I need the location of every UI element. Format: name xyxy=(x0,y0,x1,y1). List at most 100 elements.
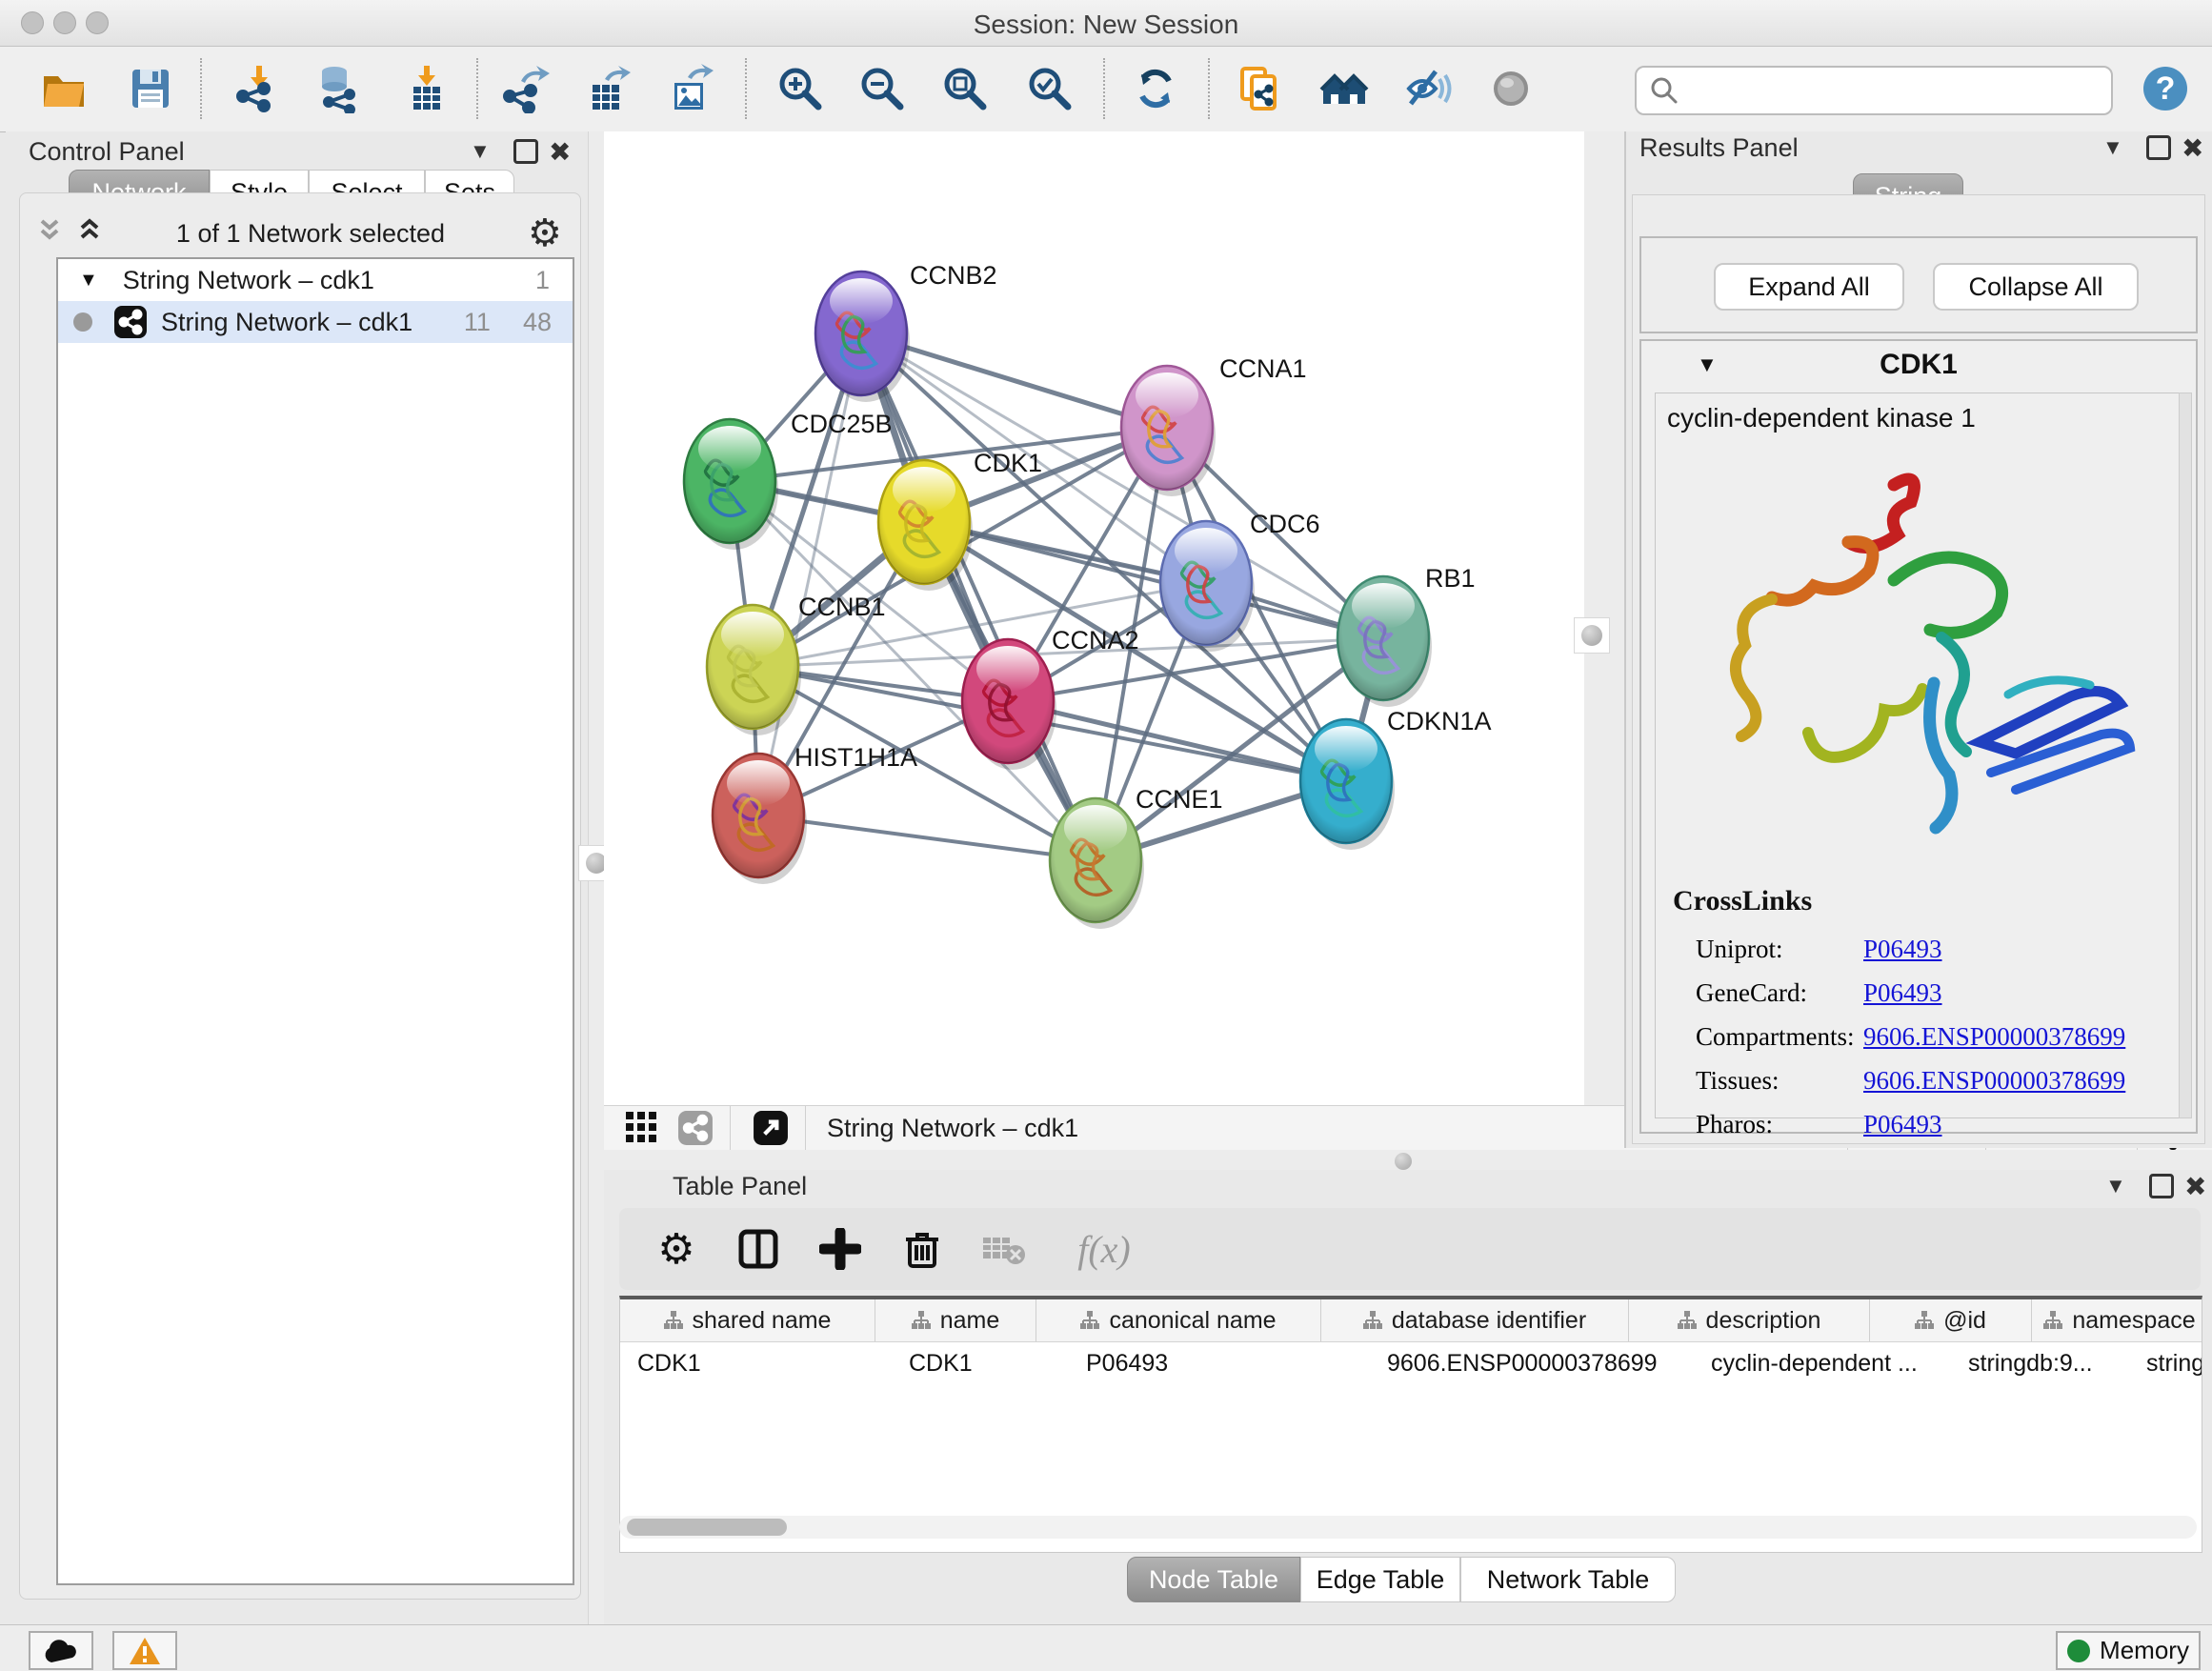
column-header[interactable]: canonical name xyxy=(1036,1299,1321,1341)
import-network-database-button[interactable] xyxy=(312,62,365,115)
zoom-in-button[interactable] xyxy=(774,62,827,115)
collapse-all-button[interactable]: Collapse All xyxy=(1933,263,2139,311)
crosslink-link[interactable]: P06493 xyxy=(1863,935,1942,964)
home-view-button[interactable] xyxy=(1317,62,1371,115)
cloud-status-button[interactable] xyxy=(29,1631,93,1670)
network-node-CCNA1[interactable] xyxy=(1121,366,1216,496)
birdseye-grid-button[interactable] xyxy=(623,1103,661,1153)
cell-database-identifier[interactable]: 9606.ENSP00000378699 xyxy=(1370,1342,1694,1384)
network-node-CCNE1[interactable] xyxy=(1050,798,1144,929)
cell-id[interactable]: stringdb:9... xyxy=(1951,1342,2129,1384)
edge-CCNA2-CDKN1A[interactable] xyxy=(1008,701,1346,781)
hide-selected-button[interactable] xyxy=(1401,62,1455,115)
export-table-button[interactable] xyxy=(580,62,633,115)
help-button[interactable]: ? xyxy=(2139,62,2192,115)
panel-float-icon[interactable] xyxy=(513,139,538,164)
network-node-CDC25B[interactable] xyxy=(684,419,778,550)
edge-HIST1H1A-CCNE1[interactable] xyxy=(758,815,1096,860)
network-node-RB1[interactable] xyxy=(1337,576,1432,707)
tab-edge-table[interactable]: Edge Table xyxy=(1300,1557,1460,1602)
save-session-button[interactable] xyxy=(124,62,177,115)
network-node-CDC6[interactable] xyxy=(1160,521,1255,652)
gear-icon[interactable]: ⚙ xyxy=(528,211,562,255)
cell-name[interactable]: CDK1 xyxy=(892,1342,1069,1384)
panel-close-icon[interactable]: ✖ xyxy=(2182,132,2203,164)
network-node-CCNB1[interactable] xyxy=(707,605,801,735)
column-header[interactable]: database identifier xyxy=(1321,1299,1629,1341)
tab-network-table[interactable]: Network Table xyxy=(1460,1557,1676,1602)
edge-CCNB2-CCNE1[interactable] xyxy=(861,333,1096,860)
crosslink-link[interactable]: 9606.ENSP00000378699 xyxy=(1863,1066,2125,1096)
network-style-button[interactable] xyxy=(674,1103,716,1153)
crosslink-row: Compartments: 9606.ENSP00000378699 xyxy=(1696,1015,2172,1058)
column-header[interactable]: namespace xyxy=(2032,1299,2202,1341)
warnings-button[interactable] xyxy=(112,1631,177,1670)
column-header[interactable]: name xyxy=(875,1299,1036,1341)
table-horizontal-scrollbar[interactable] xyxy=(619,1516,2197,1539)
cell-description[interactable]: cyclin-dependent ... xyxy=(1694,1342,1951,1384)
network-node-CCNA2[interactable] xyxy=(962,639,1056,770)
zoom-selected-button[interactable] xyxy=(1023,62,1076,115)
crosslink-link[interactable]: 9606.ENSP00000378699 xyxy=(1863,1022,2125,1052)
scrollbar-thumb[interactable] xyxy=(627,1519,787,1536)
cell-namespace[interactable]: stringdb xyxy=(2129,1342,2202,1384)
collapse-all-icon[interactable] xyxy=(38,215,80,248)
table-row[interactable]: CDK1 CDK1 P06493 9606.ENSP00000378699 cy… xyxy=(620,1342,2202,1384)
results-scrollbar[interactable] xyxy=(2179,393,2192,1118)
show-columns-button[interactable] xyxy=(734,1224,783,1274)
cell-canonical-name[interactable]: P06493 xyxy=(1069,1342,1370,1384)
panel-close-icon[interactable]: ✖ xyxy=(549,136,571,168)
open-file-button[interactable] xyxy=(37,62,90,115)
delete-column-button[interactable] xyxy=(897,1224,947,1274)
network-collection-row[interactable]: ▼ String Network – cdk1 1 xyxy=(58,259,573,301)
panel-float-icon[interactable] xyxy=(2149,1174,2174,1198)
share-gray-icon xyxy=(677,1110,714,1146)
panel-close-icon[interactable]: ✖ xyxy=(2184,1171,2206,1202)
import-table-button[interactable] xyxy=(399,62,452,115)
refresh-button[interactable] xyxy=(1129,62,1182,115)
collapse-triangle-icon[interactable]: ▼ xyxy=(79,270,98,292)
column-header[interactable]: @id xyxy=(1870,1299,2032,1341)
table-settings-gear-icon[interactable]: ⚙ xyxy=(652,1224,701,1274)
export-image-button[interactable] xyxy=(663,62,716,115)
panel-menu-icon[interactable]: ▼ xyxy=(470,139,491,164)
network-node-HIST1H1A[interactable] xyxy=(713,754,807,884)
cell-shared-name[interactable]: CDK1 xyxy=(620,1342,892,1384)
panel-float-icon[interactable] xyxy=(2146,135,2171,160)
collection-count: 1 xyxy=(535,266,550,295)
network-node-CDKN1A[interactable] xyxy=(1300,719,1395,850)
refresh-icon xyxy=(1131,64,1180,113)
column-tree-icon xyxy=(1915,1311,1934,1330)
right-splitter-handle[interactable] xyxy=(1574,617,1610,654)
open-in-new-window-button[interactable] xyxy=(750,1103,792,1153)
show-hidden-button[interactable] xyxy=(1484,62,1538,115)
network-node-CDK1[interactable] xyxy=(878,460,973,591)
expand-all-icon[interactable] xyxy=(78,215,120,248)
import-network-file-button[interactable] xyxy=(231,62,285,115)
memory-button[interactable]: Memory xyxy=(2056,1631,2201,1670)
add-column-button[interactable] xyxy=(815,1224,865,1274)
zoom-fit-button[interactable] xyxy=(938,62,992,115)
crosslink-link[interactable]: P06493 xyxy=(1863,978,1942,1008)
expand-all-button[interactable]: Expand All xyxy=(1714,263,1904,311)
network-node-CCNB2[interactable] xyxy=(815,272,910,402)
network-row-selected[interactable]: String Network – cdk1 11 48 xyxy=(58,301,573,343)
function-builder-button-disabled: f(x) xyxy=(1061,1224,1147,1274)
crosslink-link[interactable]: P06493 xyxy=(1863,1110,1942,1139)
export-network-button[interactable] xyxy=(498,62,552,115)
clone-network-button[interactable] xyxy=(1233,62,1286,115)
table-toolbar: ⚙ xyxy=(619,1208,2201,1290)
panel-menu-icon[interactable]: ▼ xyxy=(2102,135,2123,160)
search-input[interactable] xyxy=(1688,70,2111,111)
column-header[interactable]: shared name xyxy=(620,1299,875,1341)
edge-CDK1-RB1[interactable] xyxy=(924,522,1383,638)
network-view-canvas[interactable]: CCNB2CCNA1CDC25BCDK1CDC6RB1CCNB1CCNA2CDK… xyxy=(604,131,1585,1105)
gray-orb-icon xyxy=(1486,64,1536,113)
bottom-splitter-handle[interactable] xyxy=(1395,1153,1412,1170)
node-attribute-table[interactable]: shared name name canonical name database… xyxy=(619,1296,2202,1553)
zoom-out-button[interactable] xyxy=(855,62,909,115)
panel-menu-icon[interactable]: ▼ xyxy=(2105,1174,2126,1198)
tab-node-table[interactable]: Node Table xyxy=(1127,1557,1300,1602)
column-label: description xyxy=(1706,1307,1821,1335)
column-header[interactable]: description xyxy=(1629,1299,1870,1341)
